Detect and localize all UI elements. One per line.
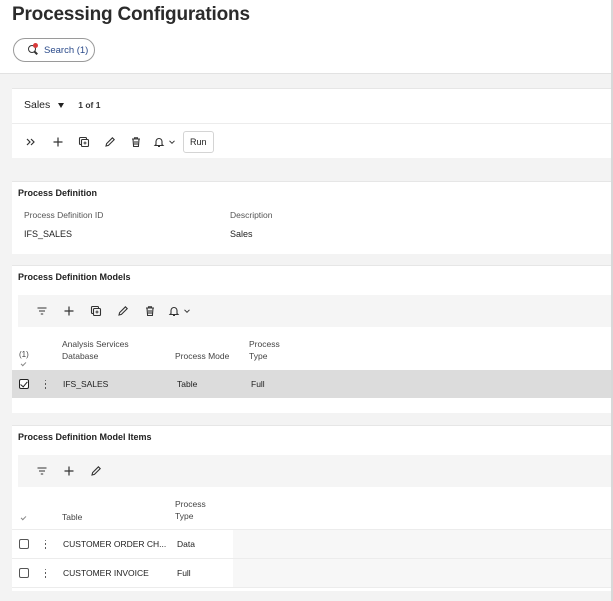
double-chevron-right-icon — [26, 138, 35, 146]
select-all-icon[interactable] — [20, 360, 27, 367]
column-header-line: Database — [62, 351, 99, 361]
edit-button[interactable] — [110, 298, 136, 324]
selected-count: (1) — [19, 350, 29, 359]
model-items-toolbar — [18, 455, 613, 487]
process-type-cell: Data — [177, 539, 195, 549]
record-selector-card: Sales 1 of 1 Run — [12, 88, 613, 158]
divider — [12, 123, 613, 124]
delete-button[interactable] — [123, 129, 149, 155]
row-checkbox[interactable] — [19, 568, 29, 578]
notification-menu-button[interactable] — [149, 129, 179, 155]
bell-icon — [168, 307, 179, 317]
plus-icon — [53, 137, 63, 147]
search-icon — [28, 42, 39, 56]
column-header-line: Process — [175, 499, 206, 509]
row-menu-icon[interactable] — [44, 379, 47, 389]
column-header-process-mode[interactable]: Process Mode — [175, 350, 229, 362]
row-menu-icon[interactable] — [44, 568, 47, 578]
column-header-line: Process — [249, 339, 280, 349]
pencil-icon — [91, 466, 101, 476]
column-header-process-type[interactable]: Process Type — [249, 338, 280, 362]
column-header-table[interactable]: Table — [62, 511, 82, 523]
record-selector-value: Sales — [24, 99, 51, 111]
caret-down-icon[interactable] — [58, 102, 65, 108]
filter-icon — [37, 467, 47, 475]
section-title: Process Definition — [18, 188, 98, 198]
table-row[interactable]: CUSTOMER INVOICE Full — [12, 559, 613, 587]
column-header-line: Type — [249, 351, 268, 361]
table-row[interactable]: CUSTOMER ORDER CH... Data — [12, 530, 613, 558]
column-header-line: Type — [175, 511, 194, 521]
bell-icon — [153, 138, 164, 148]
duplicate-button[interactable] — [71, 129, 97, 155]
filter-button[interactable] — [29, 298, 55, 324]
plus-icon — [64, 466, 74, 476]
edit-button[interactable] — [97, 129, 123, 155]
row-menu-icon[interactable] — [44, 539, 47, 549]
filter-button[interactable] — [29, 458, 55, 484]
add-button[interactable] — [56, 298, 82, 324]
process-definition-model-items-card: Process Definition Model Items Table Pro… — [12, 425, 613, 591]
duplicate-icon — [90, 305, 102, 317]
filter-icon — [37, 307, 47, 315]
add-button[interactable] — [45, 129, 71, 155]
run-button[interactable]: Run — [183, 131, 214, 153]
section-title: Process Definition Models — [18, 272, 131, 282]
trash-icon — [132, 137, 140, 148]
record-selector[interactable]: Sales 1 of 1 — [24, 99, 100, 111]
empty-cell — [233, 559, 613, 587]
empty-cell — [233, 530, 613, 558]
process-definition-card: Process Definition Process Definition ID… — [12, 181, 613, 254]
search-button[interactable]: Search (1) — [13, 38, 95, 62]
process-mode-cell: Table — [177, 379, 198, 389]
page-header: Processing Configurations Search (1) — [0, 0, 613, 74]
divider — [12, 587, 613, 588]
page-title: Processing Configurations — [12, 4, 250, 25]
field-label: Process Definition ID — [24, 210, 104, 220]
record-count: 1 of 1 — [78, 100, 101, 110]
table-row[interactable]: IFS_SALES Table Full — [12, 370, 613, 398]
pencil-icon — [105, 137, 115, 147]
duplicate-button[interactable] — [83, 298, 109, 324]
expand-button[interactable] — [18, 129, 44, 155]
field-label: Description — [230, 210, 273, 220]
row-checkbox[interactable] — [19, 379, 29, 389]
search-button-label: Search (1) — [44, 44, 89, 56]
description-value: Sales — [230, 229, 253, 239]
column-header-process-type[interactable]: Process Type — [175, 498, 206, 522]
add-button[interactable] — [56, 458, 82, 484]
duplicate-icon — [78, 136, 90, 148]
trash-icon — [146, 306, 154, 317]
select-all-icon[interactable] — [20, 514, 27, 521]
table-cell: CUSTOMER ORDER CH... — [63, 539, 167, 549]
plus-icon — [64, 306, 74, 316]
chevron-down-icon — [168, 140, 175, 145]
main-toolbar: Run — [12, 125, 613, 159]
process-type-cell: Full — [177, 568, 191, 578]
row-checkbox[interactable] — [19, 539, 29, 549]
chevron-down-icon — [183, 309, 190, 314]
pencil-icon — [118, 306, 128, 316]
column-header-line: Analysis Services — [62, 339, 129, 349]
database-cell: IFS_SALES — [63, 379, 109, 389]
models-toolbar — [18, 295, 613, 327]
process-definition-id-value: IFS_SALES — [24, 229, 73, 239]
section-title: Process Definition Model Items — [18, 432, 152, 442]
notification-menu-button[interactable] — [164, 298, 194, 324]
edit-button[interactable] — [83, 458, 109, 484]
table-cell: CUSTOMER INVOICE — [63, 568, 149, 578]
process-type-cell: Full — [251, 379, 265, 389]
process-definition-models-card: Process Definition Models (1) Analysis S… — [12, 265, 613, 413]
column-header-database[interactable]: Analysis Services Database — [62, 338, 129, 362]
delete-button[interactable] — [137, 298, 163, 324]
